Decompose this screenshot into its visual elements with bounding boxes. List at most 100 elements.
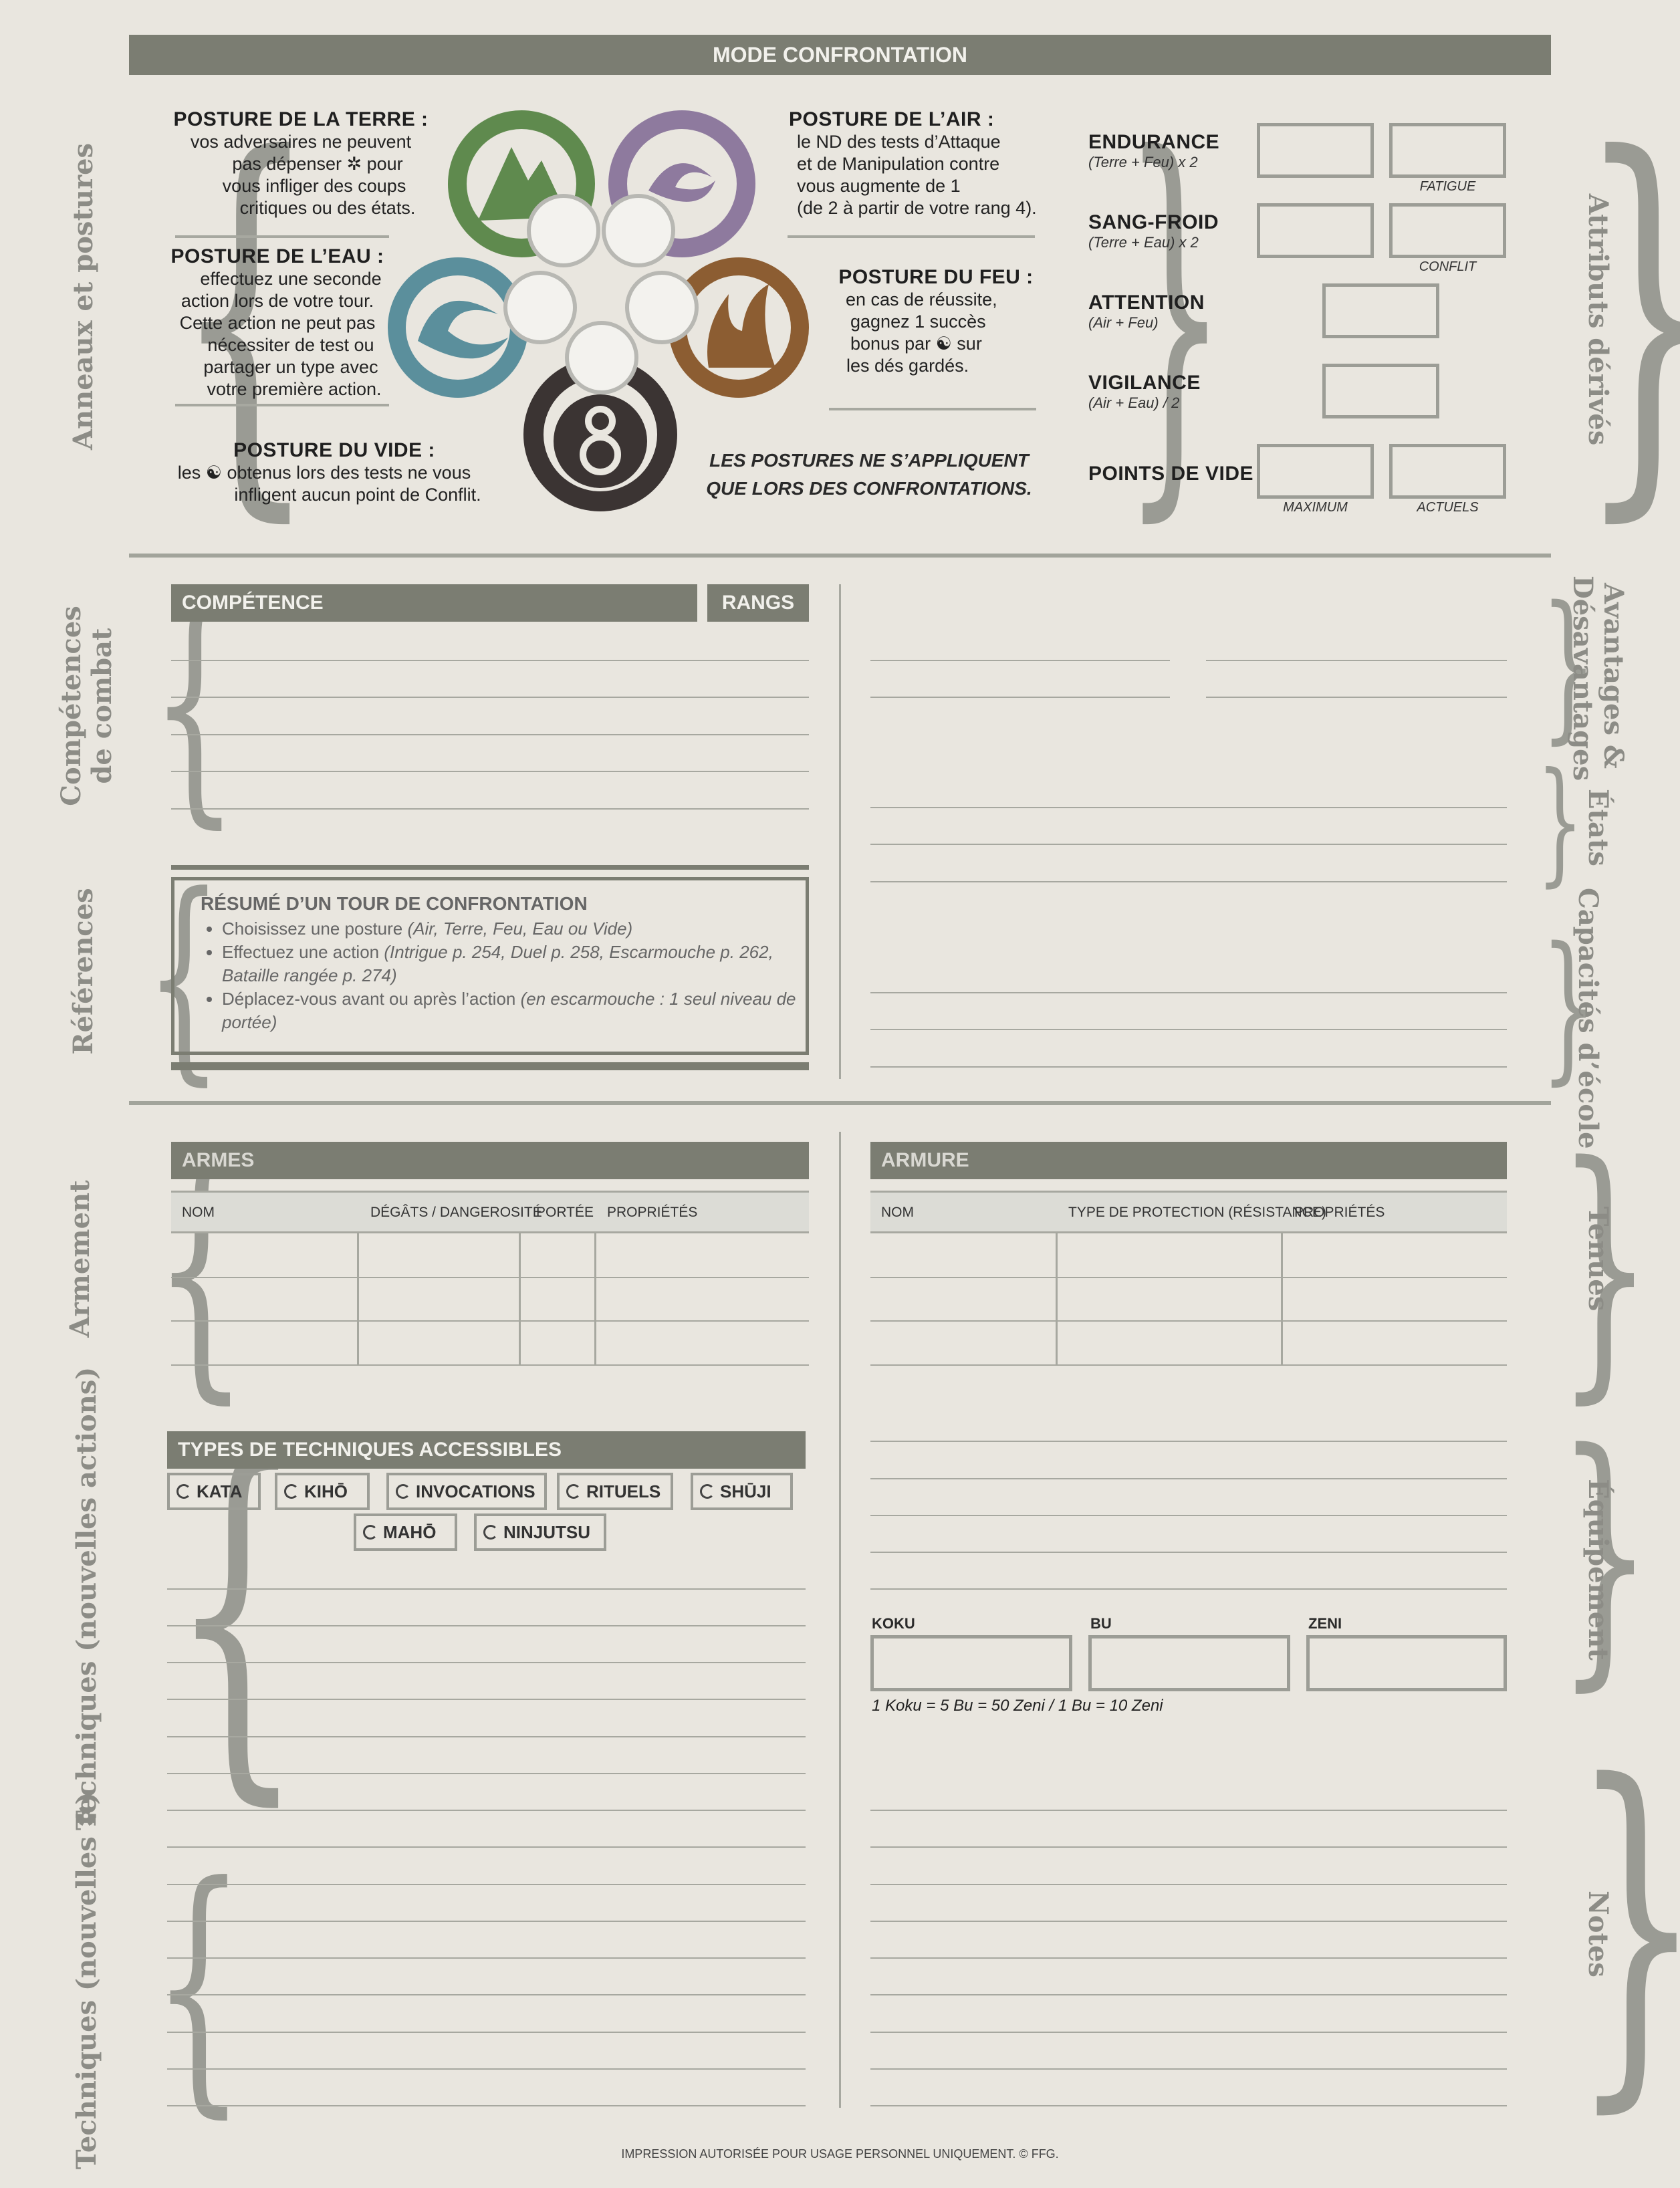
notes-line-1[interactable]: [870, 1810, 1507, 1811]
advantage-line-2[interactable]: [1206, 660, 1507, 661]
fire-line-2: gagnez 1 succès: [850, 312, 986, 332]
notes-line-3[interactable]: [870, 1884, 1507, 1885]
skill-line-2[interactable]: [171, 697, 809, 698]
composure-value-box[interactable]: [1257, 203, 1374, 258]
side-label-references: Références: [68, 888, 99, 1055]
summary-bottom-bar: [171, 1062, 809, 1070]
equipment-line-5[interactable]: [870, 1588, 1507, 1590]
armor-row-line-2: [870, 1320, 1507, 1322]
notes-line-8[interactable]: [870, 2068, 1507, 2070]
equipment-line-4[interactable]: [870, 1552, 1507, 1553]
technique-line-4[interactable]: [167, 1699, 806, 1700]
technique-line-12[interactable]: [167, 1994, 806, 1995]
school-line-1[interactable]: [870, 992, 1507, 993]
advantage-line-1[interactable]: [870, 660, 1170, 661]
weapons-col-sep-2: [519, 1233, 521, 1364]
technique-type-rituals[interactable]: RITUELS: [557, 1473, 673, 1510]
technique-line-11[interactable]: [167, 1957, 806, 1959]
fire-line-1: en cas de réussite,: [846, 289, 997, 310]
weapons-col-sep-3: [594, 1233, 596, 1364]
skill-line-1[interactable]: [171, 660, 809, 661]
technique-type-maho[interactable]: MAHŌ: [354, 1513, 457, 1551]
notes-line-6[interactable]: [870, 1994, 1507, 1995]
armor-col-sep-1: [1056, 1233, 1058, 1364]
fatigue-caption: FATIGUE: [1419, 179, 1476, 194]
advantage-line-3[interactable]: [870, 697, 1170, 698]
conflict-caption: CONFLIT: [1419, 259, 1477, 274]
school-line-2[interactable]: [870, 1029, 1507, 1030]
void-points-max-box[interactable]: [1257, 444, 1374, 499]
condition-line-3[interactable]: [870, 881, 1507, 882]
technique-line-7[interactable]: [167, 1810, 806, 1811]
technique-line-9[interactable]: [167, 1884, 806, 1885]
koku-box[interactable]: [870, 1635, 1072, 1691]
equipment-line-3[interactable]: [870, 1515, 1507, 1516]
notes-line-4[interactable]: [870, 1921, 1507, 1922]
side-label-armament: Armement: [64, 1180, 96, 1338]
weapons-col-range: PORTÉE: [536, 1205, 594, 1220]
condition-line-2[interactable]: [870, 844, 1507, 845]
armor-col-name: NOM: [881, 1205, 914, 1220]
technique-type-invocations[interactable]: INVOCATIONS: [386, 1473, 547, 1510]
technique-line-3[interactable]: [167, 1662, 806, 1663]
technique-line-5[interactable]: [167, 1736, 806, 1737]
mode-title: MODE CONFRONTATION: [713, 42, 967, 67]
weapons-header: ARMES: [171, 1142, 809, 1179]
air-rule: [788, 235, 1035, 238]
school-line-3[interactable]: [870, 1066, 1507, 1068]
technique-type-shuji[interactable]: SHŪJI: [691, 1473, 793, 1510]
vigilance-label: VIGILANCE: [1088, 372, 1201, 394]
water-line-5: partager un type avec: [203, 357, 378, 377]
technique-line-13[interactable]: [167, 2032, 806, 2033]
notes-line-2[interactable]: [870, 1846, 1507, 1848]
kata-checkbox-icon: [176, 1484, 191, 1499]
void-points-current-box[interactable]: [1389, 444, 1506, 499]
water-posture: POSTURE DE L’EAU : effectuez une seconde…: [137, 245, 418, 400]
technique-type-ninjutsu[interactable]: NINJUTSU: [474, 1513, 606, 1551]
technique-line-6[interactable]: [167, 1773, 806, 1774]
footer-copyright: IMPRESSION AUTORISÉE POUR USAGE PERSONNE…: [621, 2147, 1059, 2161]
void-current-caption: ACTUELS: [1417, 500, 1479, 515]
fire-rule: [829, 408, 1036, 410]
skill-line-5[interactable]: [171, 808, 809, 810]
skill-line-4[interactable]: [171, 771, 809, 772]
advantage-line-4[interactable]: [1206, 697, 1507, 698]
technique-line-1[interactable]: [167, 1588, 806, 1590]
mode-header: MODE CONFRONTATION: [129, 35, 1551, 75]
technique-type-kiho[interactable]: KIHŌ: [275, 1473, 370, 1510]
endurance-value-box[interactable]: [1257, 123, 1374, 178]
technique-type-kata[interactable]: KATA: [167, 1473, 261, 1510]
brace-techniques-opportunities: {: [152, 1830, 246, 2141]
bu-label: BU: [1090, 1615, 1112, 1632]
air-line-3: vous augmente de 1: [797, 176, 961, 196]
condition-line-1[interactable]: [870, 807, 1507, 808]
conflict-value-box[interactable]: [1389, 203, 1506, 258]
notes-line-5[interactable]: [870, 1957, 1507, 1959]
kiho-checkbox-icon: [284, 1484, 299, 1499]
side-label-outfit: Tenues: [1582, 1206, 1614, 1312]
air-line-2: et de Manipulation contre: [797, 154, 1000, 174]
endurance-block: ENDURANCE (Terre + Feu) x 2: [1088, 131, 1219, 171]
armor-row-line-1: [870, 1277, 1507, 1278]
equipment-line-1[interactable]: [870, 1441, 1507, 1442]
technique-line-15[interactable]: [167, 2105, 806, 2106]
technique-line-2[interactable]: [167, 1625, 806, 1626]
vigilance-value-box[interactable]: [1322, 364, 1439, 418]
technique-line-8[interactable]: [167, 1846, 806, 1848]
fatigue-value-box[interactable]: [1389, 123, 1506, 178]
focus-value-box[interactable]: [1322, 283, 1439, 338]
equipment-line-2[interactable]: [870, 1478, 1507, 1479]
skill-line-3[interactable]: [171, 734, 809, 735]
endurance-label: ENDURANCE: [1088, 131, 1220, 153]
side-label-conditions: États: [1582, 789, 1614, 866]
technique-line-14[interactable]: [167, 2068, 806, 2070]
side-label-combat-skills: Compétences de combat: [55, 606, 118, 806]
side-label-techniques-actions: Techniques (nouvelles actions): [71, 1366, 102, 1830]
air-line-4: (de 2 à partir de votre rang 4).: [797, 198, 1037, 218]
zeni-box[interactable]: [1306, 1635, 1507, 1691]
notes-line-7[interactable]: [870, 2032, 1507, 2033]
bu-box[interactable]: [1088, 1635, 1290, 1691]
side-label-techniques-opportunities: Techniques (nouvelles ✲): [71, 1792, 102, 2170]
technique-line-10[interactable]: [167, 1921, 806, 1922]
notes-line-9[interactable]: [870, 2105, 1507, 2106]
